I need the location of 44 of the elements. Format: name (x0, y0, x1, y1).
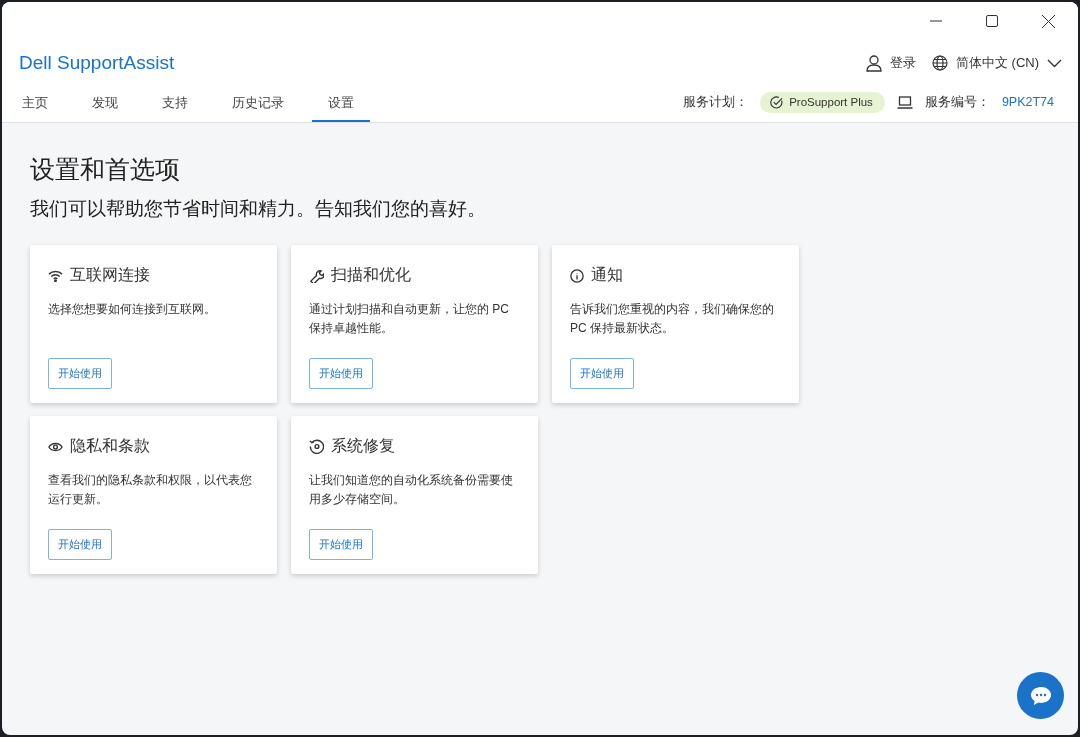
chevron-down-icon (1047, 58, 1062, 68)
page-subtitle: 我们可以帮助您节省时间和精力。告知我们您的喜好。 (30, 197, 487, 221)
maximize-icon (986, 15, 998, 27)
info-icon (570, 268, 584, 283)
service-plan-label: 服务计划： (683, 93, 749, 111)
nav-tab[interactable]: 主页 (6, 86, 64, 122)
service-tag-link[interactable]: 9PK2T74 (1001, 95, 1054, 109)
card-title: 扫描和优化 (331, 265, 411, 285)
nav-tab[interactable]: 支持 (146, 86, 204, 122)
card-description: 选择您想要如何连接到互联网。 (48, 301, 217, 318)
nav-tab[interactable]: 历史记录 (216, 86, 300, 122)
globe-icon (931, 55, 948, 71)
card-title: 隐私和条款 (70, 436, 150, 456)
sign-in-link[interactable]: 登录 (865, 54, 916, 72)
card-description: 让我们知道您的自动化系统备份需要使用多少存储空间。 (309, 472, 514, 508)
get-started-button[interactable]: 开始使用 (309, 358, 373, 389)
card-title: 通知 (591, 265, 623, 285)
laptop-icon (896, 95, 913, 109)
chat-bubble-icon (1029, 685, 1052, 706)
nav-tab[interactable]: 发现 (76, 86, 134, 122)
language-selector[interactable]: 简体中文 (CN) (931, 54, 1062, 72)
check-circle-icon (770, 95, 784, 109)
get-started-button[interactable]: 开始使用 (48, 358, 112, 389)
plan-badge: ProSupport Plus (760, 91, 885, 113)
nav-tab[interactable]: 设置 (312, 86, 370, 122)
chat-button[interactable] (1017, 672, 1064, 719)
card-description: 通过计划扫描和自动更新，让您的 PC 保持卓越性能。 (309, 301, 510, 337)
close-icon (1041, 14, 1055, 28)
app-title: Dell SupportAssist (19, 52, 175, 74)
page-title: 设置和首选项 (30, 154, 181, 185)
eye-icon (48, 441, 63, 452)
wrench-icon (309, 268, 324, 283)
minimize-icon (930, 20, 942, 22)
get-started-button[interactable]: 开始使用 (309, 529, 373, 560)
restore-icon (309, 439, 324, 454)
get-started-button[interactable]: 开始使用 (570, 358, 634, 389)
user-icon (865, 54, 882, 72)
wifi-icon (48, 269, 63, 282)
service-tag-label: 服务编号： (924, 93, 990, 111)
get-started-button[interactable]: 开始使用 (48, 529, 112, 560)
card-title: 系统修复 (331, 436, 395, 456)
card-title: 互联网连接 (70, 265, 150, 285)
card-description: 告诉我们您重视的内容，我们确保您的 PC 保持最新状态。 (570, 301, 775, 337)
card-description: 查看我们的隐私条款和权限，以代表您运行更新。 (48, 472, 253, 508)
